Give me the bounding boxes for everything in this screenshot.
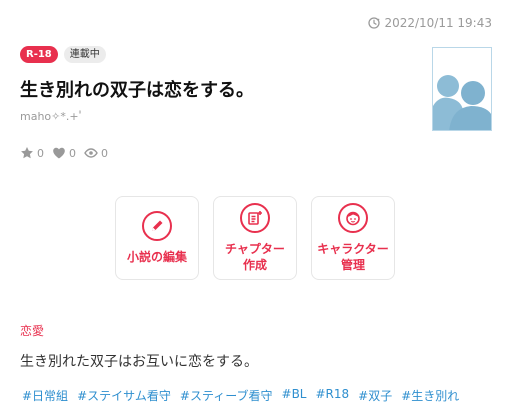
- clock-icon: [368, 17, 381, 29]
- tag-item[interactable]: #ステイサム看守: [77, 387, 171, 404]
- edit-icon-circle: [142, 211, 172, 241]
- tag-item[interactable]: #双子: [358, 387, 392, 404]
- tag-item[interactable]: #生き別れ: [401, 387, 459, 404]
- genre-label[interactable]: 恋愛: [20, 322, 44, 339]
- create-chapter-button[interactable]: チャプター 作成: [213, 196, 297, 280]
- star-count: 0: [37, 146, 44, 160]
- star-stat: 0: [20, 146, 44, 160]
- eye-icon: [84, 148, 98, 158]
- tag-item[interactable]: #スティーブ看守: [180, 387, 273, 404]
- rating-badge: R-18: [20, 46, 58, 63]
- view-count: 0: [101, 146, 108, 160]
- character-face-icon: [346, 211, 360, 226]
- manage-characters-button[interactable]: キャラクター 管理: [311, 196, 395, 280]
- author-name[interactable]: maho✧*.+ﾟ: [20, 108, 84, 124]
- tag-item[interactable]: #日常組: [22, 387, 68, 404]
- cover-image[interactable]: [432, 47, 492, 131]
- edit-novel-label: 小説の編集: [126, 250, 187, 264]
- updated-text: 2022/10/11 19:43: [384, 16, 492, 30]
- view-stat: 0: [84, 146, 108, 160]
- chapter-icon-circle: [240, 203, 270, 233]
- status-badge: 連載中: [63, 46, 106, 63]
- tag-list: #日常組 #ステイサム看守 #スティーブ看守 #BL #R18 #双子 #生き別…: [22, 387, 459, 404]
- add-chapter-icon: [248, 211, 262, 225]
- edit-novel-button[interactable]: 小説の編集: [115, 196, 199, 280]
- stats-row: 0 0 0: [20, 146, 108, 160]
- action-buttons: 小説の編集 チャプター 作成 キャラクター 管理: [115, 196, 395, 280]
- create-chapter-label: チャプター 作成: [225, 242, 285, 272]
- heart-icon: [53, 147, 65, 159]
- updated-timestamp: 2022/10/11 19:43: [368, 16, 492, 30]
- tag-item[interactable]: #R18: [316, 387, 350, 404]
- tag-item[interactable]: #BL: [282, 387, 307, 404]
- novel-summary: 生き別れた双子はお互いに恋をする。: [20, 354, 258, 370]
- star-icon: [21, 147, 33, 159]
- pencil-icon: [152, 220, 163, 231]
- manage-characters-label: キャラクター 管理: [317, 242, 389, 272]
- badge-row: R-18 連載中: [20, 46, 106, 63]
- novel-title: 生き別れの双子は恋をする。: [20, 80, 254, 101]
- character-icon-circle: [338, 203, 368, 233]
- cover-silhouette-image: [433, 48, 491, 130]
- like-count: 0: [69, 146, 76, 160]
- like-stat: 0: [52, 146, 76, 160]
